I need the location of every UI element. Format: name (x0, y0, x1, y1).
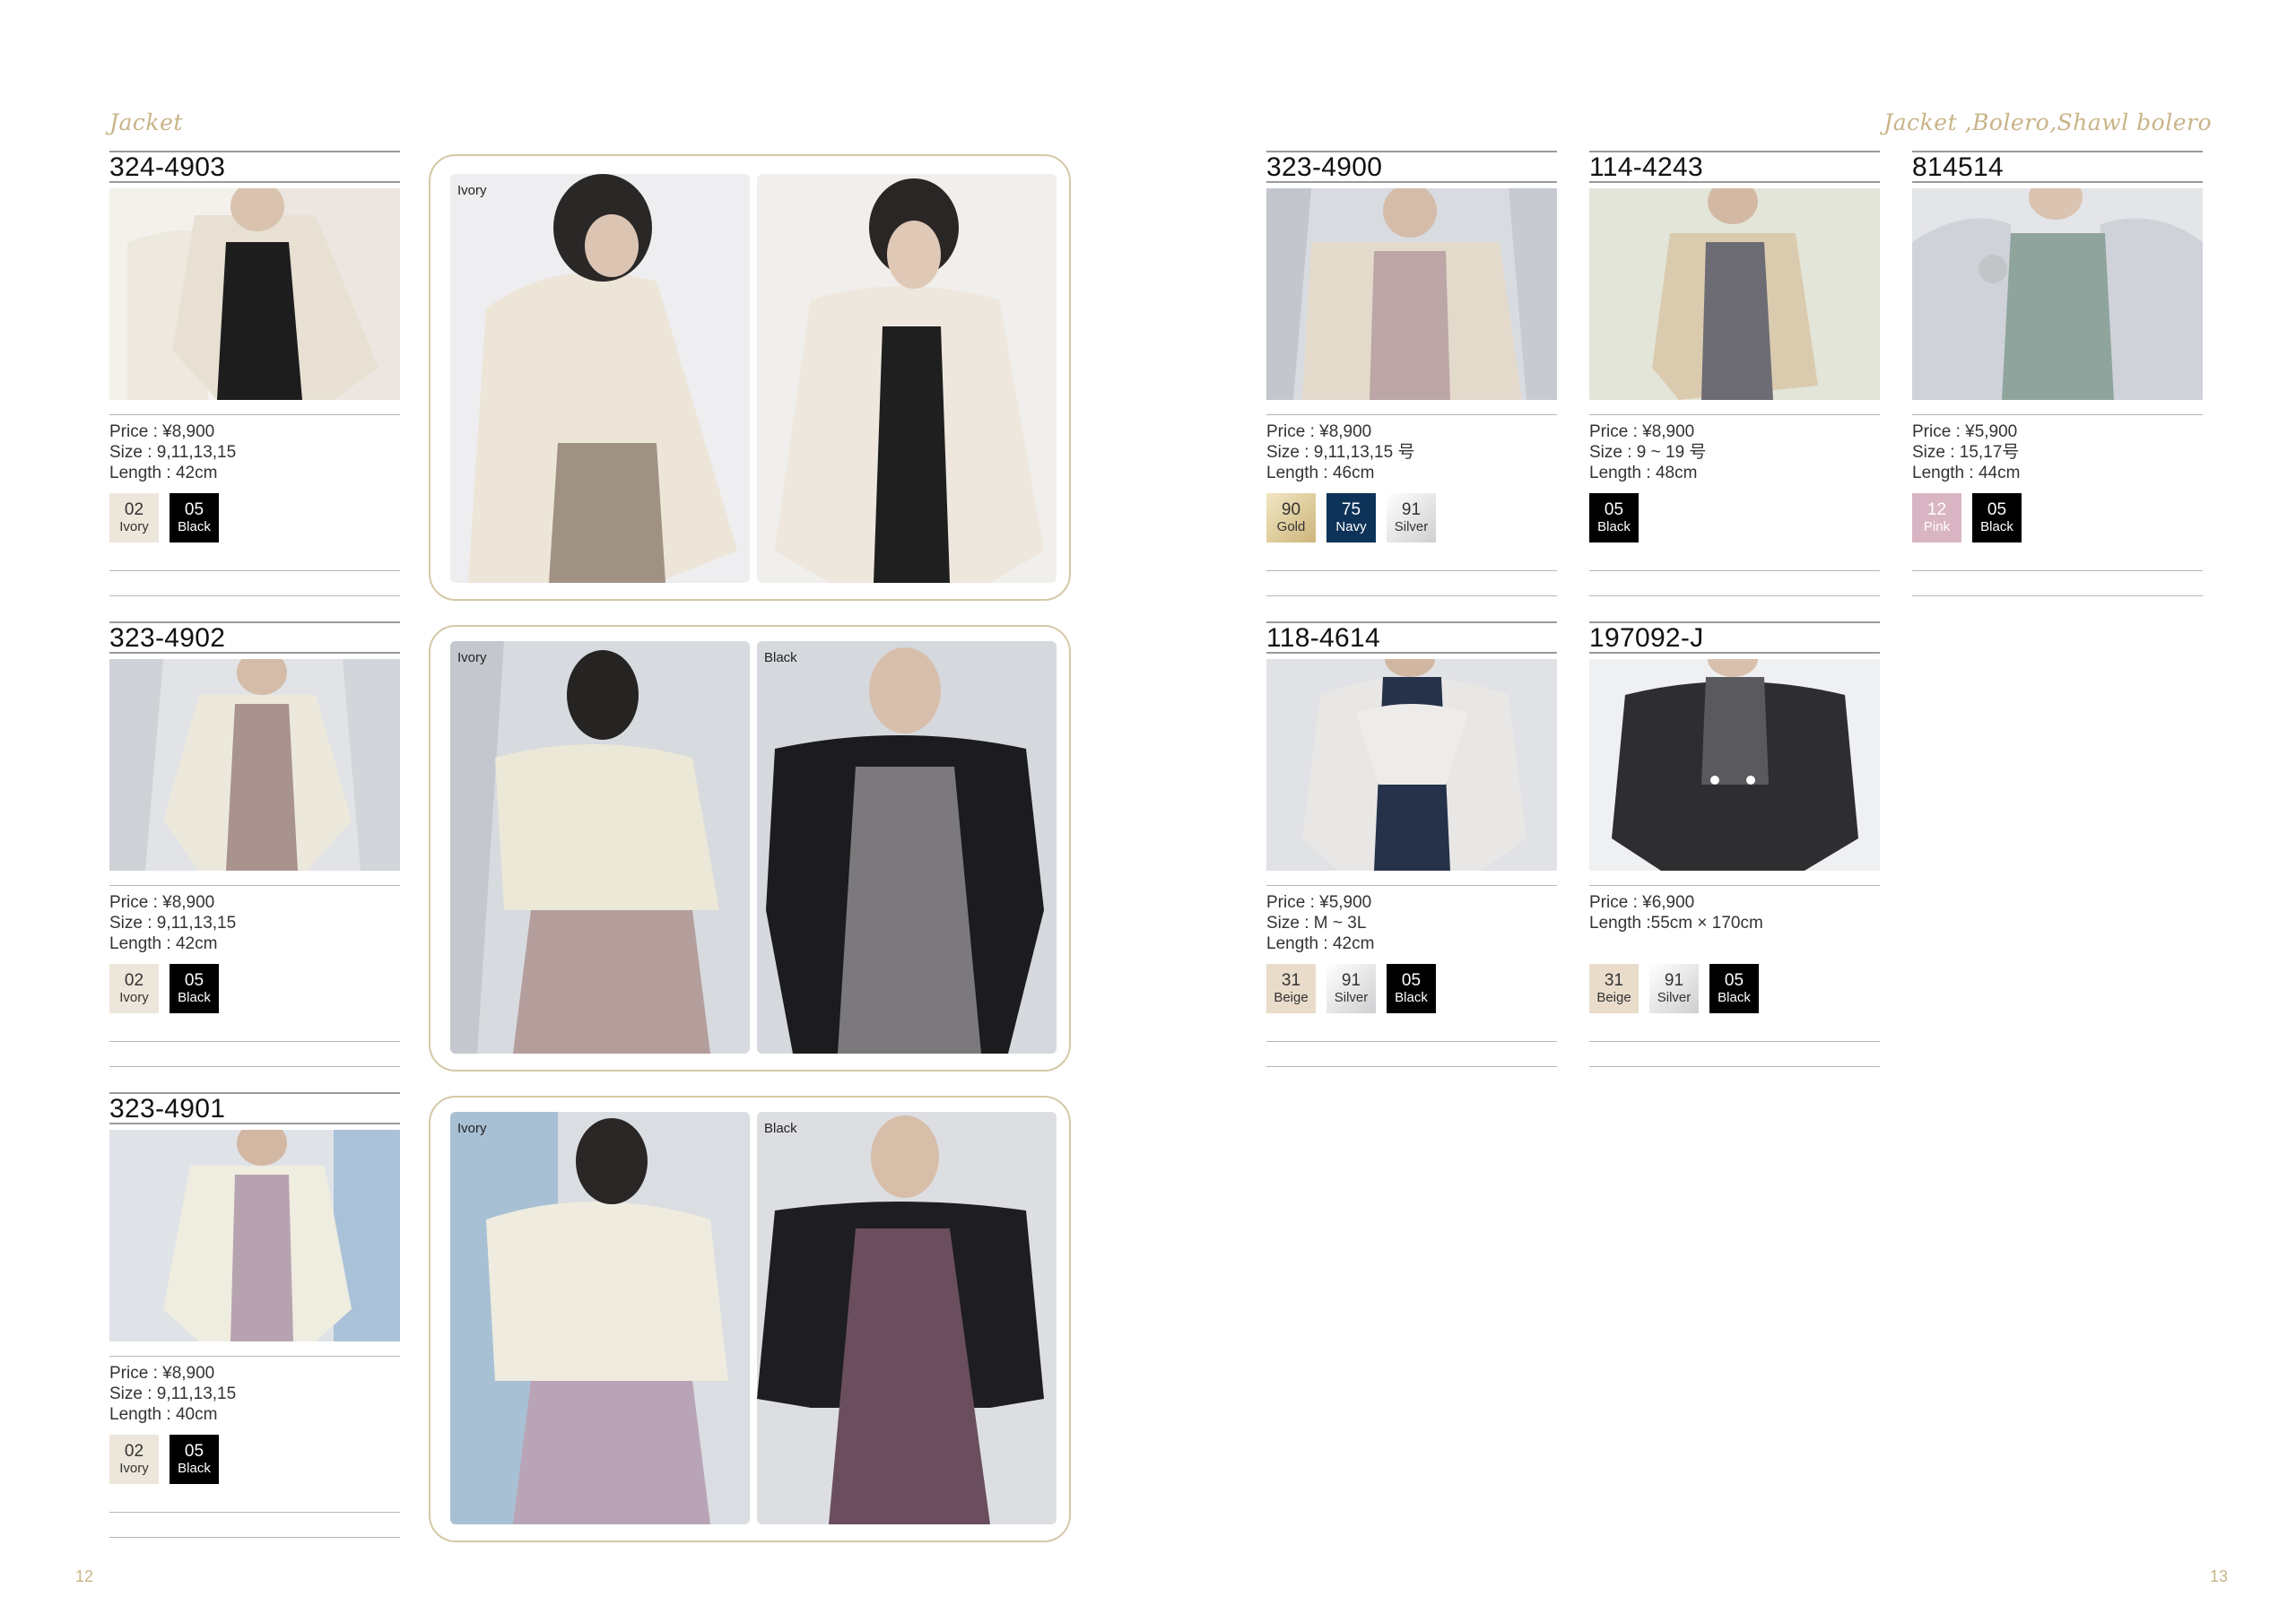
swatch-silver[interactable]: 91 Silver (1649, 964, 1699, 1013)
price-text: Price : ¥5,900 (1266, 893, 1372, 912)
size-text: Size : 9,11,13,15 (109, 443, 237, 462)
product-code: 114-4243 (1589, 152, 1703, 182)
swatch-black[interactable]: 05 Black (1972, 493, 2022, 542)
product-thumbnail[interactable] (1912, 188, 2203, 400)
swatch-black[interactable]: 05 Black (170, 1435, 219, 1484)
swatch-gold[interactable]: 90 Gold (1266, 493, 1316, 542)
model-photo-black-front[interactable]: Black (757, 641, 1057, 1054)
size-text: Size : 9 ~ 19 号 (1589, 443, 1707, 462)
swatch-black[interactable]: 05 Black (1709, 964, 1759, 1013)
length-text: Length :55cm × 170cm (1589, 914, 1763, 933)
swatch-black[interactable]: 05 Black (1589, 493, 1639, 542)
swatch-black[interactable]: 05 Black (170, 493, 219, 542)
price-text: Price : ¥8,900 (1589, 422, 1695, 441)
color-label: Black (764, 650, 797, 665)
swatch-ivory[interactable]: 02 Ivory (109, 964, 159, 1013)
model-photo-ivory-back[interactable]: Ivory (450, 1112, 750, 1524)
photo-panel: Ivory Black (429, 625, 1071, 1072)
swatch-beige[interactable]: 31 Beige (1589, 964, 1639, 1013)
swatch-beige[interactable]: 31 Beige (1266, 964, 1316, 1013)
section-title-jacket: Jacket (109, 109, 183, 135)
color-swatches: 02 Ivory 05 Black (109, 493, 219, 542)
product-card[interactable]: 197092-J Price : ¥6,900 Length :55cm × 1… (1589, 620, 1880, 1068)
product-card[interactable]: 814514 Price : ¥5,900 Size : 15,17号 Leng… (1912, 149, 2203, 597)
model-photo-ivory-back[interactable]: Ivory (450, 174, 750, 583)
length-text: Length : 46cm (1266, 464, 1375, 482)
section-title-jacket-bolero-shawl: Jacket ,Bolero,Shawl bolero (1883, 109, 2212, 135)
length-text: Length : 48cm (1589, 464, 1698, 482)
size-text: Size : 15,17号 (1912, 443, 2020, 462)
product-card[interactable]: 324-4903 Price : ¥8,900 Size : 9,11,13,1… (109, 149, 400, 597)
model-photo-black-front[interactable]: Black (757, 1112, 1057, 1524)
size-text: Size : M ~ 3L (1266, 914, 1367, 933)
length-text: Length : 42cm (1266, 934, 1375, 953)
color-swatches: 31 Beige 91 Silver 05 Black (1589, 964, 1759, 1013)
swatch-black[interactable]: 05 Black (1387, 964, 1436, 1013)
product-code: 118-4614 (1266, 623, 1380, 653)
product-code: 814514 (1912, 152, 2004, 182)
model-photo-ivory-back[interactable]: Ivory (450, 641, 750, 1054)
color-swatches: 05 Black (1589, 493, 1639, 542)
product-thumbnail[interactable] (1266, 659, 1557, 871)
color-label: Black (764, 1121, 797, 1136)
price-text: Price : ¥5,900 (1912, 422, 2018, 441)
length-text: Length : 42cm (109, 934, 218, 953)
swatch-navy[interactable]: 75 Navy (1326, 493, 1376, 542)
product-code: 324-4903 (109, 152, 226, 182)
price-text: Price : ¥8,900 (109, 422, 215, 441)
product-code: 323-4902 (109, 623, 226, 653)
length-text: Length : 40cm (109, 1405, 218, 1424)
swatch-black[interactable]: 05 Black (170, 964, 219, 1013)
color-swatches: 12 Pink 05 Black (1912, 493, 2022, 542)
product-thumbnail[interactable] (1589, 188, 1880, 400)
page-number-right: 13 (2210, 1567, 2229, 1585)
model-photo-ivory-front[interactable] (757, 174, 1057, 583)
product-card[interactable]: 323-4902 Price : ¥8,900 Size : 9,11,13,1… (109, 620, 400, 1068)
product-code: 323-4900 (1266, 152, 1383, 182)
product-card[interactable]: 114-4243 Price : ¥8,900 Size : 9 ~ 19 号 … (1589, 149, 1880, 597)
color-swatches: 02 Ivory 05 Black (109, 1435, 219, 1484)
swatch-pink[interactable]: 12 Pink (1912, 493, 1961, 542)
photo-panel: Ivory (429, 154, 1071, 601)
page-number-left: 12 (75, 1567, 94, 1585)
price-text: Price : ¥8,900 (109, 1364, 215, 1383)
color-swatches: 31 Beige 91 Silver 05 Black (1266, 964, 1436, 1013)
size-text: Size : 9,11,13,15 (109, 1384, 237, 1403)
price-text: Price : ¥6,900 (1589, 893, 1695, 912)
price-text: Price : ¥8,900 (109, 893, 215, 912)
product-card[interactable]: 323-4901 Price : ¥8,900 Size : 9,11,13,1… (109, 1090, 400, 1539)
product-info: Price : ¥8,900 Size : 9,11,13,15 Length … (109, 421, 236, 483)
product-code: 323-4901 (109, 1094, 226, 1124)
size-text: Size : 9,11,13,15 号 (1266, 443, 1415, 462)
product-thumbnail[interactable] (109, 188, 400, 400)
color-label: Ivory (457, 1121, 487, 1136)
color-swatches: 90 Gold 75 Navy 91 Silver (1266, 493, 1436, 542)
product-thumbnail[interactable] (109, 1130, 400, 1341)
price-text: Price : ¥8,900 (1266, 422, 1372, 441)
product-code: 197092-J (1589, 623, 1704, 653)
swatch-ivory[interactable]: 02 Ivory (109, 1435, 159, 1484)
product-card[interactable]: 118-4614 Price : ¥5,900 Size : M ~ 3L Le… (1266, 620, 1557, 1068)
color-swatches: 02 Ivory 05 Black (109, 964, 219, 1013)
product-card[interactable]: 323-4900 Price : ¥8,900 Size : 9,11,13,1… (1266, 149, 1557, 597)
color-label: Ivory (457, 650, 487, 665)
product-thumbnail[interactable] (1589, 659, 1880, 871)
swatch-silver[interactable]: 91 Silver (1387, 493, 1436, 542)
length-text: Length : 44cm (1912, 464, 2021, 482)
product-thumbnail[interactable] (1266, 188, 1557, 400)
swatch-ivory[interactable]: 02 Ivory (109, 493, 159, 542)
product-thumbnail[interactable] (109, 659, 400, 871)
photo-panel: Ivory Black (429, 1096, 1071, 1542)
color-label: Ivory (457, 183, 487, 198)
size-text: Size : 9,11,13,15 (109, 914, 237, 933)
length-text: Length : 42cm (109, 464, 218, 482)
swatch-silver[interactable]: 91 Silver (1326, 964, 1376, 1013)
